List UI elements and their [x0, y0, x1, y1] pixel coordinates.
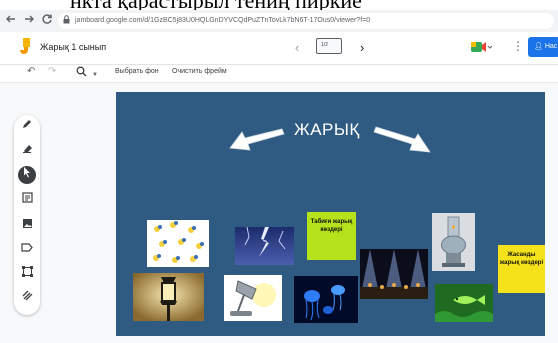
url-text[interactable]: jamboard.google.com/d/1GzBC5j83U0HQLGnDY… — [75, 14, 370, 28]
share-button[interactable]: 👤︎ Нас — [528, 37, 558, 57]
redo-icon[interactable]: ↷ — [48, 66, 56, 78]
jellyfish-image[interactable] — [294, 276, 358, 323]
eraser-icon[interactable] — [18, 142, 36, 160]
next-frame-icon[interactable]: › — [360, 40, 364, 55]
textbox-icon[interactable] — [18, 266, 36, 284]
arrow-right-icon[interactable] — [22, 13, 36, 27]
zoom-icon[interactable] — [76, 66, 87, 81]
natural-light-sticky[interactable]: Табиғи жарық көздері — [307, 212, 356, 260]
zoom-dropdown-icon[interactable]: ▼ — [92, 69, 98, 81]
laser-icon[interactable] — [18, 290, 36, 308]
pen-icon[interactable] — [18, 118, 36, 136]
image-icon[interactable] — [18, 218, 36, 236]
page-caption: нкта қарастырыл тениң пиркие — [0, 0, 558, 10]
frame-bar-button[interactable] — [316, 38, 342, 54]
left-arrow-shape[interactable] — [228, 128, 286, 159]
sticky-note-icon[interactable] — [18, 192, 36, 210]
board-title[interactable]: ЖАРЫҚ — [294, 120, 360, 140]
glowing-fish-image[interactable] — [435, 284, 493, 322]
right-arrow-shape[interactable] — [372, 126, 432, 161]
undo-icon[interactable]: ↶ — [27, 66, 35, 78]
set-background-button[interactable]: Выбрать фон — [115, 68, 159, 75]
shape-icon[interactable] — [18, 242, 36, 260]
lightning-image[interactable] — [235, 227, 294, 265]
meet-icon[interactable] — [470, 40, 493, 54]
lock-icon — [63, 15, 70, 27]
clear-frame-button[interactable]: Очистить фрейм — [172, 68, 227, 75]
stage-lights-image[interactable] — [360, 249, 428, 299]
artificial-light-sticky[interactable]: Жасанды жарық көздері — [498, 245, 545, 293]
arrow-left-icon[interactable] — [4, 13, 18, 27]
frame-counter: 1/2 — [321, 42, 328, 48]
person-add-icon: 👤︎ — [534, 43, 543, 50]
desk-lamp-image[interactable] — [224, 275, 282, 321]
previous-frame-icon[interactable]: ‹ — [295, 40, 299, 55]
oil-lamp-image[interactable] — [432, 213, 475, 271]
share-button-label: Нас — [544, 43, 558, 50]
select-icon[interactable] — [18, 166, 36, 184]
reload-icon[interactable] — [40, 13, 54, 27]
fireflies-image[interactable] — [147, 220, 209, 267]
jamboard-logo-icon[interactable] — [20, 38, 30, 56]
street-lantern-image[interactable] — [133, 273, 204, 321]
document-title[interactable]: Жарық 1 сынып — [40, 42, 106, 52]
more-options-icon[interactable]: ⋮ — [512, 39, 524, 53]
